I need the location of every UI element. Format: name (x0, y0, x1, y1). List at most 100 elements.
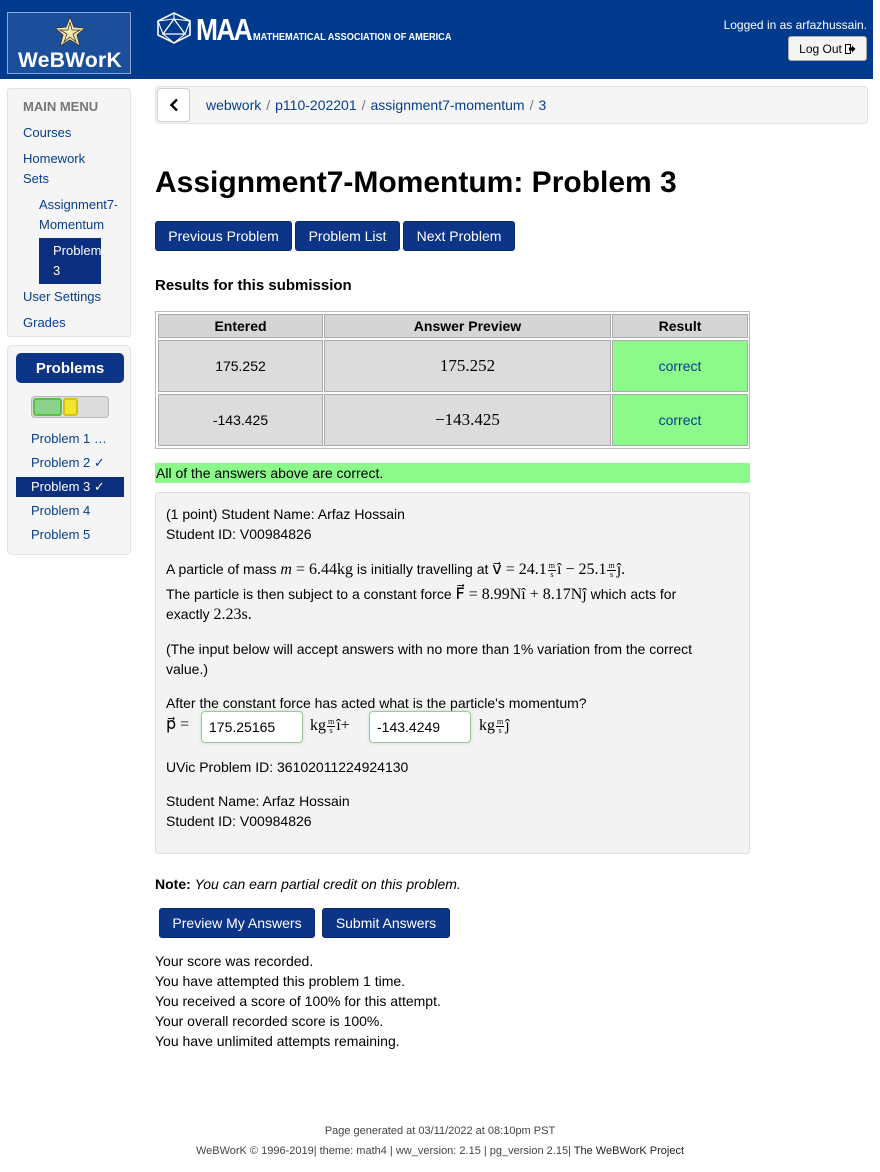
breadcrumb-separator: / (266, 97, 271, 113)
score-message-1: Your score was recorded. (155, 953, 314, 969)
problem-statement-line2: The particle is then subject to a consta… (166, 584, 676, 605)
unit-j-hat: ĵ (505, 717, 510, 734)
score-message-3: You received a score of 100% for this at… (155, 993, 441, 1009)
logout-label: Log Out (799, 41, 842, 56)
unit-kg: kg (479, 717, 495, 734)
uvic-problem-id: UVic Problem ID: 36102011224924130 (166, 759, 409, 775)
webwork-logo[interactable]: WeBWorK (7, 12, 131, 74)
problem-body: (1 point) Student Name: Arfaz Hossain St… (155, 492, 750, 854)
problem-link-4[interactable]: Problem 4 (31, 501, 90, 521)
partial-credit-note: Note: You can earn partial credit on thi… (155, 876, 461, 892)
tolerance-line2: value.) (166, 661, 209, 677)
logout-button[interactable]: Log Out (788, 36, 867, 61)
row2-result: correct (612, 394, 748, 446)
unit-fraction: ms (547, 561, 556, 579)
problem-link-3-active[interactable]: Problem 3 ✓ (16, 477, 124, 497)
menu-assignment-link-line2[interactable]: Momentum (39, 215, 104, 235)
progress-bar (31, 396, 109, 418)
back-button[interactable] (157, 88, 190, 122)
unit-denominator: s (610, 569, 614, 579)
unit-i-hat: î+ (336, 717, 350, 734)
student-name: Student Name: Arfaz Hossain (166, 793, 350, 809)
score-message-5: You have unlimited attempts remaining. (155, 1033, 400, 1049)
webwork-logo-text: WeBWorK (18, 49, 122, 72)
site-header: WeBWorK MAA MATHEMATICAL ASSOCIATION OF … (0, 0, 873, 79)
results-table: Entered Answer Preview Result 175.252 17… (155, 311, 750, 449)
question-text: After the constant force has acted what … (166, 695, 587, 711)
note-label: Note: (155, 876, 191, 892)
score-message-4: Your overall recorded score is 100%. (155, 1013, 384, 1029)
problem-statement-line3: exactly 2.23s. (166, 604, 252, 625)
score-message-2: You have attempted this problem 1 time. (155, 973, 406, 989)
statement-text: A particle of mass (166, 561, 281, 577)
problem-intro-line1: (1 point) Student Name: Arfaz Hossain (166, 506, 405, 522)
row2-preview: −143.425 (324, 394, 611, 446)
menu-current-problem[interactable]: Problem 3 (39, 238, 101, 284)
menu-homework-sets-link-line2[interactable]: Sets (23, 169, 49, 189)
table-header-preview: Answer Preview (324, 314, 611, 338)
row1-entered: 175.252 (158, 340, 323, 392)
unit-denominator: s (550, 569, 554, 579)
next-problem-button[interactable]: Next Problem (403, 221, 515, 251)
problem-link-1[interactable]: Problem 1 … (31, 429, 107, 449)
tolerance-line1: (The input below will accept answers wit… (166, 641, 693, 657)
unit-denominator: s (329, 725, 333, 735)
statement-text: which acts for (586, 586, 677, 602)
breadcrumb-separator: / (529, 97, 534, 113)
menu-grades-link[interactable]: Grades (23, 313, 66, 333)
note-text: You can earn partial credit on this prob… (194, 876, 461, 892)
math-velocity-part2: î − 25.1 (557, 561, 607, 578)
problem-link-2[interactable]: Problem 2 ✓ (31, 453, 105, 473)
breadcrumb-trail: webwork / p110-202201/assignment7-momentum… (206, 97, 546, 113)
footer-project-link[interactable]: The WeBWorK Project (574, 1145, 684, 1157)
unit-fraction: ms (496, 717, 505, 735)
breadcrumb-course[interactable]: p110-202201 (275, 97, 356, 113)
row1-preview: 175.252 (324, 340, 611, 392)
breadcrumb-separator: / (361, 97, 366, 113)
menu-current-problem-line2: 3 (53, 263, 61, 278)
footer-copyright: WeBWorK © 1996-2019| theme: math4 | ww_v… (0, 1145, 880, 1157)
answer-input-i[interactable] (201, 711, 303, 743)
breadcrumb: webwork / p110-202201/assignment7-momentum… (155, 86, 868, 124)
problems-button[interactable]: Problems (16, 353, 124, 383)
answer-input-j[interactable] (369, 711, 471, 743)
menu-homework-sets-link-line1[interactable]: Homework (23, 149, 85, 169)
table-header-result: Result (612, 314, 748, 338)
all-correct-message: All of the answers above are correct. (155, 463, 750, 483)
math-mass-symbol: m (280, 561, 292, 578)
problem-link-5[interactable]: Problem 5 (31, 525, 90, 545)
statement-text: is initially travelling at (352, 561, 493, 577)
row2-entered: -143.425 (158, 394, 323, 446)
unit-denominator: s (498, 725, 502, 735)
problem-statement-line1: A particle of mass m = 6.44kg is initial… (166, 559, 625, 580)
menu-courses-link[interactable]: Courses (23, 123, 71, 143)
progress-correct-segment (33, 398, 62, 416)
maa-logo-text[interactable]: MAA (196, 12, 253, 48)
results-heading: Results for this submission (155, 277, 352, 294)
webwork-star-icon (54, 16, 86, 48)
submit-answers-button[interactable]: Submit Answers (322, 908, 450, 938)
table-header-entered: Entered (158, 314, 323, 338)
previous-problem-button[interactable]: Previous Problem (155, 221, 292, 251)
page-title: Assignment7-Momentum: Problem 3 (155, 166, 677, 199)
footer-generated: Page generated at 03/11/2022 at 08:10pm … (324, 1125, 556, 1137)
unit-i-label: kg m s î+ (310, 715, 350, 736)
preview-answers-button[interactable]: Preview My Answers (159, 908, 315, 938)
math-velocity-part3: ĵ. (616, 561, 626, 578)
math-velocity: v⃗ = 24.1 (492, 561, 547, 578)
maa-icosahedron-icon (157, 12, 191, 44)
breadcrumb-set[interactable]: assignment7-momentum (371, 97, 525, 113)
breadcrumb-webwork[interactable]: webwork (206, 97, 261, 113)
unit-kg: kg (310, 717, 326, 734)
menu-assignment-link-line1[interactable]: Assignment7- (39, 195, 117, 215)
problem-intro-line2: Student ID: V00984826 (166, 526, 312, 542)
main-menu-title: MAIN MENU (23, 99, 99, 114)
maa-full-name: MATHEMATICAL ASSOCIATION OF AMERICA (253, 32, 452, 43)
math-mass-value: = 6.44kg (291, 561, 353, 578)
footer-version-info: WeBWorK © 1996-2019| theme: math4 | ww_v… (195, 1145, 571, 1157)
problem-list-button[interactable]: Problem List (295, 221, 400, 251)
main-menu: MAIN MENU Courses Homework Sets Assignme… (7, 88, 131, 337)
momentum-label: p⃗ = (166, 716, 190, 733)
breadcrumb-problem[interactable]: 3 (538, 97, 546, 113)
menu-user-settings-link[interactable]: User Settings (23, 287, 101, 307)
